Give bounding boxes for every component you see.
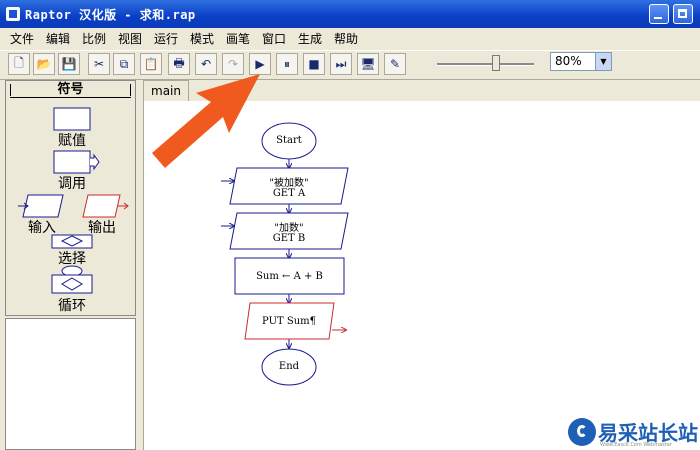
menu-file[interactable]: 文件 — [10, 30, 34, 47]
minimize-button[interactable] — [649, 4, 669, 24]
paste-icon: 📋 — [143, 57, 159, 71]
copy-button[interactable]: ⧉ — [113, 53, 135, 75]
pause-icon: ⏸ — [283, 56, 290, 71]
redo-icon: ↷ — [227, 57, 239, 71]
new-icon: 🗋 — [14, 55, 24, 70]
call-label: 调用 — [58, 176, 86, 192]
output-symbol[interactable] — [82, 194, 121, 218]
end-label: End — [278, 361, 300, 372]
pen-icon: ✎ — [389, 57, 401, 71]
test-server-icon: 🖥 — [360, 57, 376, 71]
call-arrow-icon — [90, 153, 100, 171]
save-button[interactable]: 💾 — [58, 53, 80, 75]
call-symbol[interactable] — [53, 150, 91, 174]
title-bar: Raptor 汉化版 - 求和.rap — [0, 0, 700, 29]
speed-slider-track[interactable] — [437, 63, 534, 66]
input-symbol[interactable] — [22, 194, 64, 218]
speed-slider-thumb[interactable] — [492, 55, 500, 71]
flowchart-svg — [221, 122, 349, 386]
selection-label: 选择 — [58, 251, 86, 267]
assignment-label: Sum ← A + B — [256, 271, 323, 282]
copy-icon: ⧉ — [119, 56, 129, 71]
run-icon: ▶ — [255, 57, 265, 71]
menu-window[interactable]: 窗口 — [262, 30, 286, 47]
flowchart-canvas[interactable]: Start "被加数" GET A "加数" GET B Sum ← A + B… — [143, 101, 700, 450]
assign-symbol[interactable] — [53, 107, 91, 131]
input-a-command: GET A — [272, 188, 306, 199]
zoom-value: 80% — [555, 54, 582, 68]
cut-icon: ✂ — [93, 57, 105, 71]
menu-bar: 文件 编辑 比例 视图 运行 模式 画笔 窗口 生成 帮助 — [0, 28, 700, 48]
step-button[interactable]: ⏭ — [330, 53, 352, 75]
menu-scale[interactable]: 比例 — [82, 30, 106, 47]
cut-button[interactable]: ✂ — [88, 53, 110, 75]
menu-view[interactable]: 视图 — [118, 30, 142, 47]
watermark-subtext: Www.Easck.Com Webmaster — [600, 442, 672, 448]
print-icon: 🖶 — [173, 55, 185, 70]
assign-label: 赋值 — [58, 133, 86, 149]
palette-symbols — [18, 107, 129, 294]
stop-icon: ■ — [308, 57, 320, 71]
window-title: Raptor 汉化版 - 求和.rap — [25, 8, 196, 22]
symbol-palette: 符号 赋值 调用 输入 输出 选择 循环 — [5, 80, 136, 316]
save-icon: 💾 — [61, 57, 77, 71]
undo-icon: ↶ — [200, 57, 212, 71]
menu-mode[interactable]: 模式 — [190, 30, 214, 47]
step-icon: ⏭ — [335, 56, 347, 71]
zoom-select[interactable]: 80% ▼ — [550, 52, 612, 71]
output-arrow-icon — [118, 202, 129, 210]
loop-label: 循环 — [58, 298, 86, 314]
watermark-logo-icon — [568, 418, 596, 446]
pen-button[interactable]: ✎ — [384, 53, 406, 75]
start-label: Start — [276, 135, 302, 146]
watermark: 易采站长站 Www.Easck.Com Webmaster — [566, 416, 700, 450]
new-button[interactable]: 🗋 — [8, 53, 30, 75]
input-b-prompt: "加数" — [274, 223, 304, 234]
menu-generate[interactable]: 生成 — [298, 30, 322, 47]
input-label: 输入 — [28, 220, 56, 236]
output-label: PUT Sum¶ — [262, 316, 316, 327]
open-icon: 📂 — [36, 57, 52, 71]
menu-run[interactable]: 运行 — [154, 30, 178, 47]
open-button[interactable]: 📂 — [33, 53, 55, 75]
menu-edit[interactable]: 编辑 — [46, 30, 70, 47]
variables-panel[interactable] — [5, 318, 136, 450]
test-server-button[interactable]: 🖥 — [357, 53, 379, 75]
tab-main[interactable]: main — [143, 80, 189, 101]
input-a-prompt: "被加数" — [269, 178, 309, 189]
paste-button[interactable]: 📋 — [140, 53, 162, 75]
chevron-down-icon[interactable]: ▼ — [595, 53, 611, 70]
menu-help[interactable]: 帮助 — [334, 30, 358, 47]
run-button[interactable]: ▶ — [249, 53, 271, 75]
redo-button[interactable]: ↷ — [222, 53, 244, 75]
raptor-app-icon[interactable] — [6, 7, 20, 21]
pause-button[interactable]: ⏸ — [276, 53, 298, 75]
stop-button[interactable]: ■ — [303, 53, 325, 75]
menu-pen[interactable]: 画笔 — [226, 30, 250, 47]
output-label: 输出 — [88, 220, 116, 236]
input-b-command: GET B — [272, 233, 306, 244]
undo-button[interactable]: ↶ — [195, 53, 217, 75]
print-button[interactable]: 🖶 — [168, 53, 190, 75]
maximize-button[interactable] — [673, 4, 693, 24]
